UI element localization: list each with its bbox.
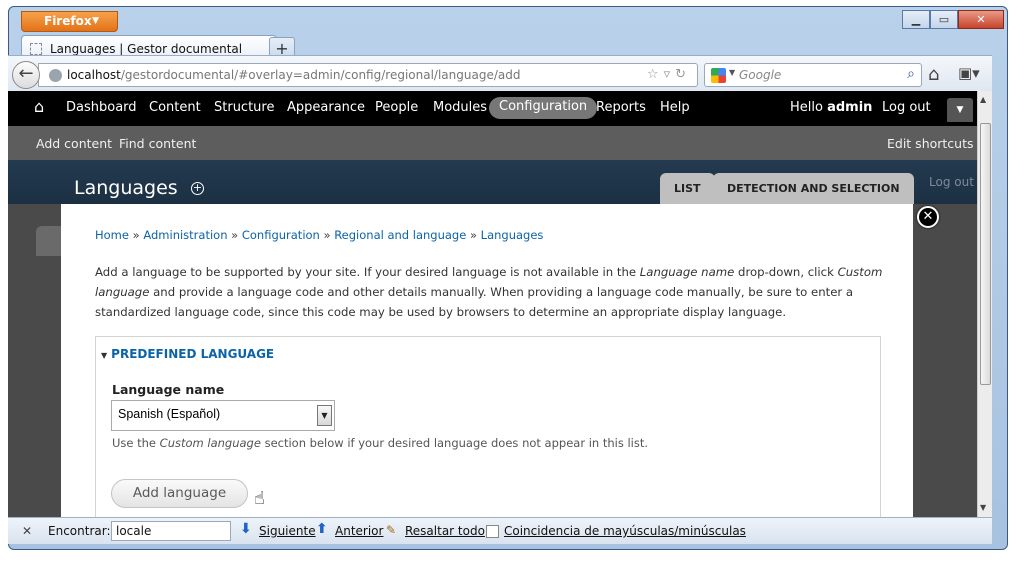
close-overlay-button[interactable]: ✕ <box>917 206 939 228</box>
find-input[interactable]: locale <box>111 521 231 541</box>
page-icon <box>30 43 42 55</box>
fieldset-legend[interactable]: ▼ PREDEFINED LANGUAGE <box>101 347 274 361</box>
search-placeholder: Google <box>739 68 782 82</box>
chevron-down-icon: ▼ <box>92 16 99 26</box>
edit-shortcuts-link[interactable]: Edit shortcuts <box>887 136 974 151</box>
vertical-scrollbar[interactable]: ▲ ▼ <box>977 91 992 517</box>
hand-cursor-icon: ☝ <box>254 488 265 509</box>
admin-toolbar: ⌂ Dashboard Content Structure Appearance… <box>8 91 977 126</box>
bookmarks-icon[interactable]: ▣▾ <box>958 64 980 82</box>
home-icon[interactable]: ⌂ <box>928 64 939 85</box>
toolbar-modules[interactable]: Modules <box>433 100 487 115</box>
desc-part-2: section below if your desired language d… <box>260 436 649 450</box>
breadcrumb: Home » Administration » Configuration » … <box>95 228 544 242</box>
highlight-all-button[interactable]: Resaltar todo <box>405 524 485 538</box>
page-title: Languages <box>74 177 178 199</box>
arrow-down-icon[interactable]: ⬇ <box>240 521 252 537</box>
search-bar[interactable]: ▼ Google ⌕ <box>704 63 922 87</box>
find-next-button[interactable]: Siguiente <box>259 524 316 538</box>
maximize-button[interactable]: ▭ <box>930 10 958 29</box>
toolbar-people[interactable]: People <box>375 100 418 115</box>
url-bar[interactable]: localhost/gestordocumental/#overlay=admi… <box>38 63 698 87</box>
chevron-down-icon[interactable]: ▼ <box>317 405 332 426</box>
language-name-select[interactable]: Spanish (Español) ▼ <box>111 400 335 431</box>
tab-detection-and-selection[interactable]: DETECTION AND SELECTION <box>713 173 914 204</box>
find-label: Encontrar: <box>48 524 111 538</box>
globe-icon <box>49 69 62 82</box>
firefox-menu-label: Firefox <box>44 14 92 28</box>
reload-icon[interactable]: ↻ <box>675 67 691 82</box>
back-arrow-icon: ← <box>18 63 34 84</box>
scroll-thumb[interactable] <box>980 123 991 385</box>
tab-list[interactable]: LIST <box>660 173 715 204</box>
scroll-up-icon[interactable]: ▲ <box>980 95 986 104</box>
toolbar-reports[interactable]: Reports <box>596 100 646 115</box>
toolbar-content[interactable]: Content <box>149 100 201 115</box>
home-icon[interactable]: ⌂ <box>34 97 44 116</box>
toolbar-logout[interactable]: Log out <box>882 100 931 115</box>
search-icon[interactable]: ⌕ <box>907 66 915 82</box>
language-name-label: Language name <box>112 382 225 397</box>
find-bar: ✕ Encontrar: locale ⬇ Siguiente ⬆ Anteri… <box>8 517 992 544</box>
highlighter-icon[interactable]: ✎ <box>386 523 396 537</box>
intro-part-2: drop-down, click <box>734 265 838 279</box>
background-header: Languages + unt Log out LIST DETECTION A… <box>8 160 977 204</box>
username: admin <box>827 100 873 115</box>
select-value: Spanish (Español) <box>118 407 221 421</box>
star-icon[interactable]: ☆ <box>647 67 664 82</box>
toolbar-help[interactable]: Help <box>660 100 690 115</box>
google-icon[interactable] <box>711 68 726 83</box>
close-window-button[interactable]: ✕ <box>958 10 1004 29</box>
breadcrumb-administration[interactable]: Administration <box>143 228 227 242</box>
breadcrumb-home[interactable]: Home <box>95 228 129 242</box>
minimize-button[interactable]: ▁ <box>902 10 930 29</box>
breadcrumb-languages[interactable]: Languages <box>481 228 544 242</box>
chevron-down-icon[interactable]: ▼ <box>729 68 735 77</box>
shortcuts-bar: Add content Find content Edit shortcuts <box>8 126 977 160</box>
toolbar-structure[interactable]: Structure <box>214 100 274 115</box>
content-viewport: ⌂ Dashboard Content Structure Appearance… <box>8 91 992 517</box>
url-actions: ☆▿↻ <box>647 67 691 82</box>
collapse-triangle-icon: ▼ <box>101 351 108 360</box>
toolbar-dashboard[interactable]: Dashboard <box>66 100 137 115</box>
intro-text: Add a language to be supported by your s… <box>95 262 895 322</box>
intro-emphasis-1: Language name <box>639 265 735 279</box>
toolbar-appearance[interactable]: Appearance <box>287 100 365 115</box>
dropdown-icon[interactable]: ▿ <box>664 67 676 82</box>
desc-part-1: Use the <box>112 436 160 450</box>
breadcrumb-configuration[interactable]: Configuration <box>242 228 320 242</box>
desc-emphasis: Custom language <box>159 436 261 450</box>
breadcrumb-regional[interactable]: Regional and language <box>334 228 466 242</box>
firefox-menu-button[interactable]: Firefox ▼ <box>21 11 118 32</box>
intro-part-1: Add a language to be supported by your s… <box>95 265 640 279</box>
shortcut-add-content[interactable]: Add content <box>36 136 112 151</box>
url-path: /gestordocumental/#overlay=admin/config/… <box>120 68 521 82</box>
navigation-bar: localhost/gestordocumental/#overlay=admi… <box>8 55 992 91</box>
greeting: Hello admin <box>790 100 872 115</box>
faded-logout-link: Log out <box>929 175 974 189</box>
match-case-label[interactable]: Coincidencia de mayúsculas/minúsculas <box>504 524 746 538</box>
chevron-down-icon: ▼ <box>956 105 964 115</box>
back-button[interactable]: ← <box>12 61 40 89</box>
hello-text: Hello <box>790 100 823 115</box>
arrow-up-icon[interactable]: ⬆ <box>316 521 328 537</box>
match-case-checkbox[interactable] <box>486 525 499 538</box>
predefined-language-fieldset: ▼ PREDEFINED LANGUAGE Language name Spani… <box>95 336 881 517</box>
url-text: localhost/gestordocumental/#overlay=admi… <box>67 68 520 82</box>
legend-text: PREDEFINED LANGUAGE <box>111 347 275 361</box>
overlay-dialog: Home » Administration » Configuration » … <box>61 204 913 517</box>
tab-title: Languages | Gestor documental <box>50 42 243 56</box>
window-controls: ▁ ▭ ✕ <box>902 10 1004 29</box>
add-language-button[interactable]: Add language <box>111 479 248 508</box>
scroll-down-icon[interactable]: ▼ <box>980 503 986 512</box>
find-previous-button[interactable]: Anterior <box>335 524 383 538</box>
close-icon[interactable]: ✕ <box>22 524 32 538</box>
shortcut-find-content[interactable]: Find content <box>119 136 196 151</box>
intro-part-3: and provide a language code and other de… <box>95 285 854 319</box>
toolbar-toggle-button[interactable]: ▼ <box>947 98 973 122</box>
field-description: Use the Custom language section below if… <box>112 436 648 450</box>
add-shortcut-icon[interactable]: + <box>191 182 204 195</box>
url-host: localhost <box>67 68 121 82</box>
toolbar-configuration[interactable]: Configuration <box>489 97 598 119</box>
